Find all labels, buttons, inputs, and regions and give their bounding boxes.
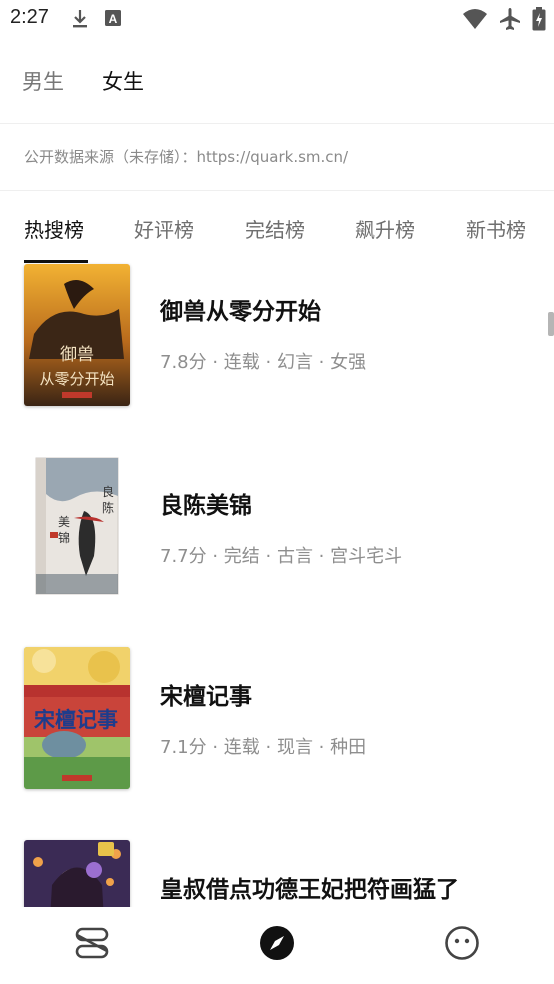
keyboard-a-icon: A (104, 8, 124, 30)
book-item[interactable]: 御兽 从零分开始 御兽从零分开始 7.8分 · 连载 · 幻言 · 女强 (0, 262, 554, 422)
status-bar: 2:27 A (0, 0, 554, 40)
source-note: 公开数据来源（未存储）：https://quark.sm.cn/ (24, 148, 349, 166)
gender-tabs: 男生 女生 (0, 58, 554, 102)
download-icon (70, 8, 90, 30)
tab-female[interactable]: 女生 (102, 66, 144, 96)
status-time: 2:27 (10, 6, 49, 28)
svg-text:锦: 锦 (58, 531, 70, 545)
status-right-icons (462, 7, 546, 35)
book-item[interactable]: 良 陈 美 锦 良陈美锦 7.7分 · 完结 · 古言 · 宫斗宅斗 (0, 456, 554, 616)
battery-icon (532, 7, 546, 35)
book-list[interactable]: 御兽 从零分开始 御兽从零分开始 7.8分 · 连载 · 幻言 · 女强 良 陈… (0, 262, 554, 907)
book-meta: 7.8分 · 连载 · 幻言 · 女强 (160, 352, 367, 373)
svg-text:A: A (109, 12, 118, 26)
nav-profile[interactable] (442, 925, 482, 965)
book-title[interactable]: 良陈美锦 (160, 486, 252, 520)
book-title[interactable]: 宋檀记事 (160, 677, 252, 711)
svg-text:良: 良 (102, 484, 114, 499)
tab-male[interactable]: 男生 (22, 66, 64, 96)
book-cover[interactable] (24, 840, 130, 907)
bookshelf-icon (74, 926, 110, 964)
svg-text:陈: 陈 (102, 500, 114, 515)
book-meta: 7.1分 · 连载 · 现言 · 种田 (160, 737, 367, 758)
book-cover[interactable]: 宋檀记事 (24, 647, 130, 789)
book-item[interactable]: 宋檀记事 宋檀记事 7.1分 · 连载 · 现言 · 种田 (0, 647, 554, 807)
book-cover[interactable]: 良 陈 美 锦 (24, 456, 130, 598)
scrollbar-thumb[interactable] (548, 312, 554, 336)
tab-completed[interactable]: 完结榜 (245, 214, 305, 243)
book-title[interactable]: 御兽从零分开始 (160, 292, 321, 326)
tab-new-books[interactable]: 新书榜 (466, 214, 526, 243)
book-meta: 7.7分 · 完结 · 古言 · 宫斗宅斗 (160, 546, 403, 567)
tab-top-rated[interactable]: 好评榜 (134, 214, 194, 243)
nav-discover[interactable] (257, 925, 297, 965)
svg-text:宋檀记事: 宋檀记事 (34, 707, 118, 732)
svg-text:美: 美 (58, 515, 70, 529)
nav-bookshelf[interactable] (72, 925, 112, 965)
profile-face-icon (444, 925, 480, 965)
tab-hot-search[interactable]: 热搜榜 (24, 214, 84, 243)
svg-text:从零分开始: 从零分开始 (39, 370, 114, 388)
airplane-icon (498, 7, 522, 35)
bottom-nav (0, 907, 554, 984)
tab-rising[interactable]: 飙升榜 (355, 214, 415, 243)
divider (0, 190, 554, 191)
book-item[interactable]: 皇叔借点功德王妃把符画猛了 (0, 840, 554, 907)
divider (0, 123, 554, 124)
svg-text:御兽: 御兽 (60, 345, 94, 365)
compass-icon (259, 925, 295, 965)
book-cover[interactable]: 御兽 从零分开始 (24, 264, 130, 406)
wifi-icon (462, 8, 488, 34)
book-title[interactable]: 皇叔借点功德王妃把符画猛了 (160, 870, 459, 904)
rank-tabs: 热搜榜 好评榜 完结榜 飙升榜 新书榜 (0, 210, 554, 262)
